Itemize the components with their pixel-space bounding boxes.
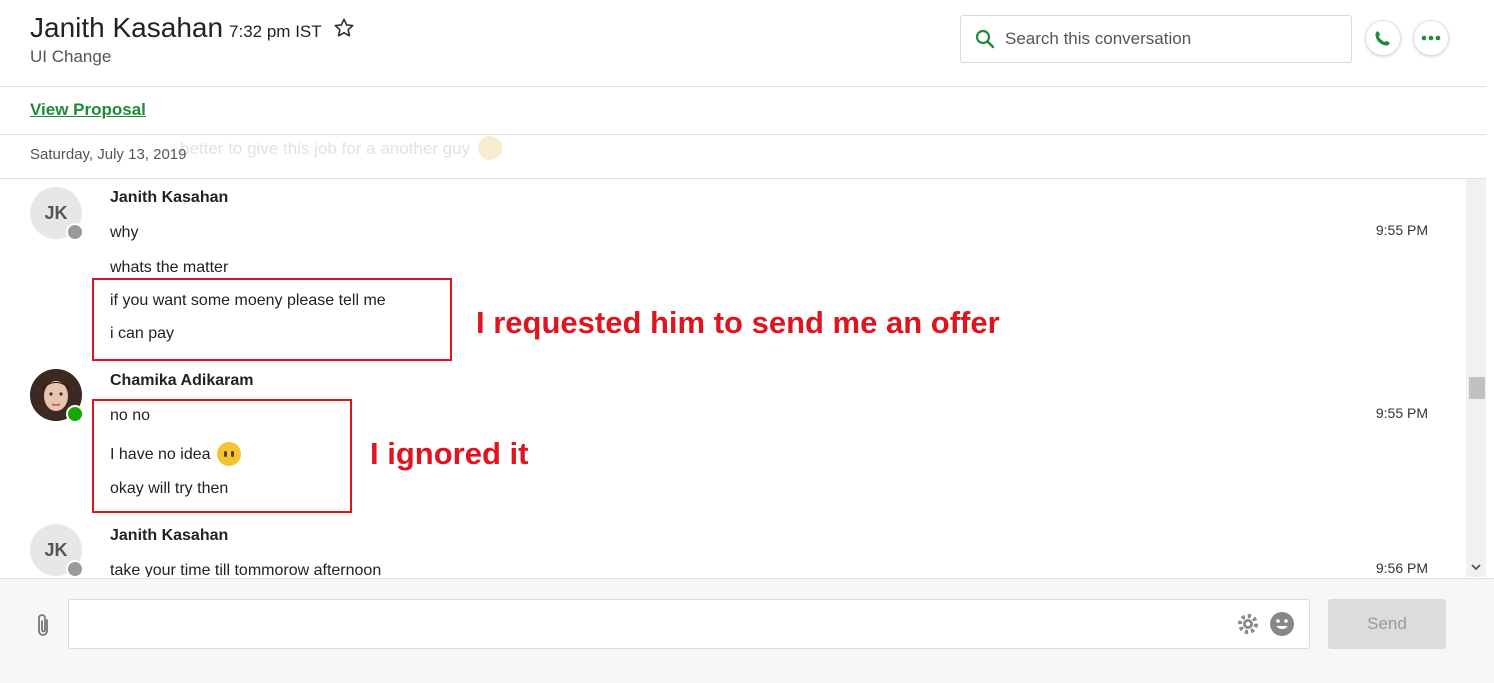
avatar-initials: JK bbox=[44, 539, 68, 560]
chevron-down-icon[interactable] bbox=[1470, 561, 1482, 573]
message-timestamp: 9:55 PM bbox=[1375, 222, 1428, 238]
message-input[interactable] bbox=[68, 599, 1310, 649]
message-sender: Janith Kasahan bbox=[110, 189, 229, 206]
search-icon bbox=[975, 29, 995, 49]
avatar[interactable]: JK bbox=[30, 187, 84, 241]
call-button[interactable] bbox=[1365, 20, 1401, 56]
message-composer: Send bbox=[0, 578, 1494, 683]
scrollbar-thumb[interactable] bbox=[1469, 377, 1485, 399]
smiley-icon[interactable] bbox=[1269, 611, 1295, 637]
sad-emoji-icon bbox=[478, 136, 503, 160]
status-offline-dot bbox=[66, 223, 84, 241]
avatar[interactable]: JK bbox=[30, 524, 84, 577]
search-conversation-box[interactable] bbox=[960, 15, 1352, 63]
contact-local-time: 7:32 pm IST bbox=[229, 22, 322, 41]
proposal-divider bbox=[0, 134, 1486, 135]
header-divider bbox=[0, 86, 1486, 87]
phone-icon bbox=[1375, 31, 1390, 46]
conversation-subtitle: UI Change bbox=[30, 47, 112, 66]
message-text: whats the matter bbox=[110, 259, 229, 276]
message-thread: JK Janith Kasahan why 9:55 PM whats the … bbox=[0, 179, 1466, 577]
avatar[interactable] bbox=[30, 369, 84, 423]
gear-icon[interactable] bbox=[1235, 611, 1261, 637]
avatar-initials: JK bbox=[44, 202, 68, 223]
message-sender: Chamika Adikaram bbox=[110, 372, 254, 389]
status-online-dot bbox=[66, 405, 84, 423]
contact-name-row: Janith Kasahan 7:32 pm IST bbox=[30, 12, 355, 44]
thread-scrollbar[interactable] bbox=[1466, 179, 1486, 577]
search-input[interactable] bbox=[1005, 16, 1335, 62]
annotation-text: I requested him to send me an offer bbox=[476, 305, 1000, 340]
more-options-button[interactable] bbox=[1413, 20, 1449, 56]
message-sender: Janith Kasahan bbox=[110, 527, 229, 544]
faded-message-text: better to give this job for a another gu… bbox=[180, 139, 471, 158]
annotation-text: I ignored it bbox=[370, 436, 529, 471]
attach-icon[interactable] bbox=[32, 613, 54, 639]
highlight-box bbox=[92, 278, 452, 361]
message-timestamp: 9:55 PM bbox=[1375, 405, 1428, 421]
message-text: take your time till tommorow afternoon bbox=[110, 562, 382, 577]
conversation-header: Janith Kasahan 7:32 pm IST UI Change bbox=[0, 0, 1494, 86]
message-timestamp: 9:56 PM bbox=[1375, 560, 1428, 576]
send-button[interactable]: Send bbox=[1328, 599, 1446, 649]
more-icon bbox=[1421, 35, 1441, 41]
view-proposal-link[interactable]: View Proposal bbox=[30, 100, 146, 120]
status-offline-dot bbox=[66, 560, 84, 577]
message-text: why bbox=[110, 224, 139, 241]
highlight-box bbox=[92, 399, 352, 513]
date-divider: Saturday, July 13, 2019 bbox=[30, 146, 187, 163]
star-icon[interactable] bbox=[333, 17, 355, 39]
faded-scroll-message: better to give this job for a another gu… bbox=[180, 136, 503, 160]
contact-name: Janith Kasahan bbox=[30, 12, 224, 43]
